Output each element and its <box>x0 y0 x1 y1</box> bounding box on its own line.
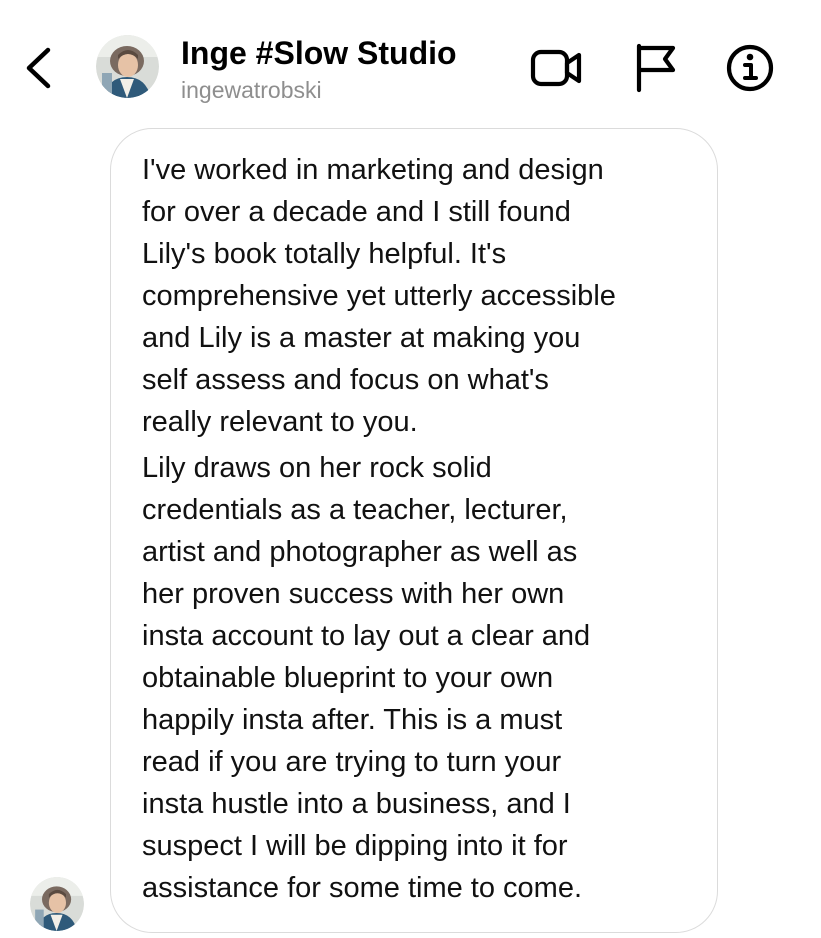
sender-avatar[interactable] <box>30 877 84 931</box>
profile-photo-icon <box>96 35 159 98</box>
message-bubble[interactable]: I've worked in marketing and design for … <box>110 128 718 933</box>
message-paragraph: Lily draws on her rock solid credentials… <box>142 452 591 904</box>
flag-icon <box>636 43 676 93</box>
profile-photo-icon <box>30 877 84 931</box>
avatar[interactable] <box>96 35 159 98</box>
message-paragraph: I've worked in marketing and design for … <box>142 154 616 438</box>
info-button[interactable] <box>722 40 778 96</box>
chat-header: Inge #Slow Studio ingewatrobski <box>0 0 821 118</box>
info-icon <box>726 44 774 92</box>
back-button[interactable] <box>18 38 62 98</box>
back-chevron-icon <box>26 47 51 89</box>
report-button[interactable] <box>630 40 682 96</box>
contact-username[interactable]: ingewatrobski <box>181 76 322 104</box>
contact-name[interactable]: Inge #Slow Studio <box>181 33 457 73</box>
video-call-button[interactable] <box>528 42 586 94</box>
video-camera-icon <box>530 49 582 87</box>
